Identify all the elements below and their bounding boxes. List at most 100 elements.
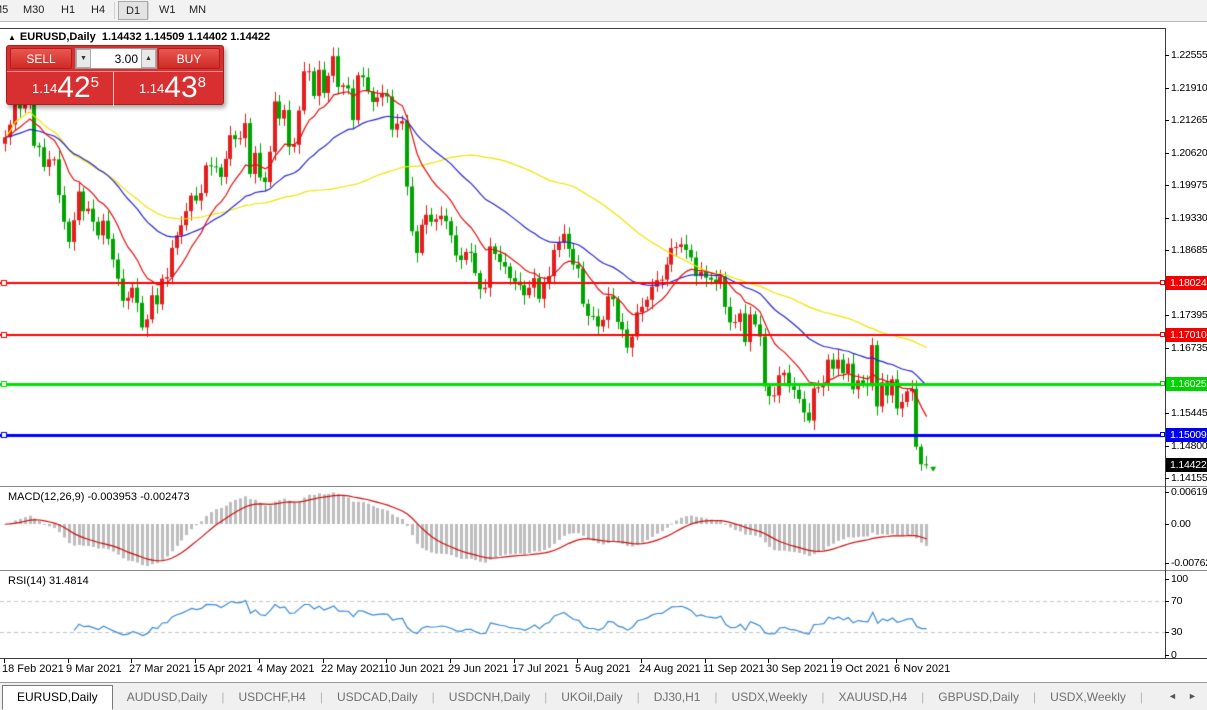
price-line-label: 1.17010 — [1166, 328, 1207, 342]
price-line-label: 1.14422 — [1166, 458, 1207, 472]
sell-price-pip: 5 — [91, 74, 99, 91]
price-tick-label: 1.15445 — [1171, 407, 1207, 419]
price-tick-mark — [1165, 120, 1169, 121]
price-tick-mark — [1165, 185, 1169, 186]
price-tick-mark — [1165, 315, 1169, 316]
date-label: 30 Sep 2021 — [766, 663, 828, 675]
sell-button[interactable]: SELL — [10, 48, 72, 69]
date-label: 27 Mar 2021 — [129, 663, 191, 675]
price-axis-border — [1165, 28, 1166, 659]
macd-tick-mark — [1165, 492, 1169, 493]
price-tick-label: 1.20620 — [1171, 147, 1207, 159]
date-label: 6 Nov 2021 — [894, 663, 950, 675]
macd-tick-mark — [1165, 563, 1169, 564]
timeframe-button-m5[interactable]: M5 — [0, 1, 15, 20]
date-label: 10 Jun 2021 — [384, 663, 445, 675]
timeframe-button-mn[interactable]: MN — [182, 1, 213, 20]
line-handle — [1160, 381, 1165, 386]
rsi-tick-mark — [1165, 632, 1169, 633]
price-tick-label: 1.14155 — [1171, 472, 1207, 484]
date-label: 5 Aug 2021 — [575, 663, 631, 675]
price-line-label: 1.18024 — [1166, 276, 1207, 290]
timeframe-button-m30[interactable]: M30 — [16, 1, 51, 20]
price-line-label: 1.15009 — [1166, 428, 1207, 442]
chart-tab-xauusd-h4[interactable]: XAUUSD,H4 — [824, 686, 921, 708]
price-tick-label: 1.19975 — [1171, 179, 1207, 191]
chart-tab-gbpusd-daily[interactable]: GBPUSD,Daily — [924, 686, 1033, 708]
toolbar-separator — [148, 2, 149, 19]
price-tick-label: 1.21265 — [1171, 114, 1207, 126]
price-tick-mark — [1165, 413, 1169, 414]
chart-tab-usdchf-h4[interactable]: USDCHF,H4 — [225, 686, 320, 708]
rsi-label: RSI(14) 31.4814 — [8, 575, 89, 587]
chart-tab-usdx-weekly[interactable]: USDX,Weekly — [1036, 686, 1140, 708]
macd-tick-mark — [1165, 524, 1169, 525]
one-click-trading-panel: SELL ▼ ▲ BUY 1.14425 1.14438 — [6, 45, 224, 105]
buy-price-pip: 8 — [198, 74, 206, 91]
macd-tick-label: 0.006193 — [1171, 486, 1207, 498]
timeframe-button-h1[interactable]: H1 — [54, 1, 82, 20]
rsi-tick-mark — [1165, 601, 1169, 602]
price-tick-mark — [1165, 250, 1169, 251]
price-tick-mark — [1165, 446, 1169, 447]
price-tick-label: 1.19330 — [1171, 212, 1207, 224]
line-handle — [1160, 280, 1165, 285]
price-tick-mark — [1165, 478, 1169, 479]
trade-panel-controls: SELL ▼ ▲ BUY — [7, 46, 223, 71]
sell-price-big: 42 — [57, 71, 90, 104]
chart-tab-dj30-h1[interactable]: DJ30,H1 — [640, 686, 715, 708]
chart-tab-eurusd-daily[interactable]: EURUSD,Daily — [2, 685, 113, 710]
sell-price[interactable]: 1.14425 — [7, 72, 114, 106]
rsi-tick-label: 70 — [1171, 595, 1182, 607]
macd-label: MACD(12,26,9) -0.003953 -0.002473 — [8, 491, 190, 503]
timeframe-toolbar: M5M30H1H4 D1W1MN — [0, 0, 1207, 22]
date-label: 17 Jul 2021 — [512, 663, 569, 675]
rsi-tick-label: 100 — [1171, 573, 1188, 585]
buy-button[interactable]: BUY — [158, 48, 220, 69]
date-label: 15 Apr 2021 — [193, 663, 252, 675]
buy-price-base: 1.14 — [139, 81, 164, 96]
date-label: 18 Feb 2021 — [2, 663, 64, 675]
rsi-indicator-canvas[interactable] — [0, 571, 1165, 658]
price-tick-mark — [1165, 55, 1169, 56]
rsi-tick-label: 30 — [1171, 626, 1182, 638]
chart-tab-audusd-daily[interactable]: AUDUSD,Daily — [113, 686, 222, 708]
price-tick-mark — [1165, 348, 1169, 349]
sell-price-base: 1.14 — [32, 81, 57, 96]
rsi-tick-mark — [1165, 579, 1169, 580]
timeframe-button-d1[interactable]: D1 — [118, 1, 148, 20]
toolbar-separator — [114, 2, 115, 19]
price-tick-mark — [1165, 153, 1169, 154]
price-tick-label: 1.21910 — [1171, 82, 1207, 94]
tab-scroll-left-icon[interactable]: ◄ — [1168, 691, 1177, 701]
tab-separator: | — [1140, 690, 1143, 704]
tab-scroll-right-icon[interactable]: ► — [1188, 691, 1197, 701]
chart-tab-ukoil-daily[interactable]: UKOil,Daily — [547, 686, 636, 708]
date-label: 9 Mar 2021 — [66, 663, 122, 675]
volume-increase-icon[interactable]: ▲ — [141, 49, 156, 68]
price-tick-label: 1.16735 — [1171, 342, 1207, 354]
timeframe-button-w1[interactable]: W1 — [152, 1, 183, 20]
chart-tab-usdx-weekly[interactable]: USDX,Weekly — [718, 686, 822, 708]
trade-panel-prices: 1.14425 1.14438 — [7, 71, 223, 105]
date-label: 29 Jun 2021 — [448, 663, 509, 675]
buy-price-big: 43 — [164, 71, 197, 104]
price-tick-mark — [1165, 88, 1169, 89]
chart-tab-usdcad-daily[interactable]: USDCAD,Daily — [323, 686, 432, 708]
date-label: 11 Sep 2021 — [703, 663, 765, 675]
volume-input[interactable] — [92, 49, 141, 68]
collapse-arrow-icon[interactable]: ▲ — [8, 33, 16, 42]
buy-price[interactable]: 1.14438 — [115, 72, 222, 106]
symbol-ohlc-header: ▲EURUSD,Daily 1.14432 1.14509 1.14402 1.… — [8, 31, 270, 43]
macd-tick-label: 0.00 — [1171, 518, 1191, 530]
date-label: 22 May 2021 — [321, 663, 385, 675]
timeframe-button-h4[interactable]: H4 — [84, 1, 112, 20]
price-tick-label: 1.17395 — [1171, 309, 1207, 321]
date-label: 24 Aug 2021 — [639, 663, 701, 675]
price-tick-mark — [1165, 218, 1169, 219]
date-label: 4 May 2021 — [257, 663, 314, 675]
chart-tab-usdcnh-daily[interactable]: USDCNH,Daily — [435, 686, 544, 708]
macd-tick-label: -0.007622 — [1171, 557, 1207, 569]
price-tick-label: 1.22555 — [1171, 49, 1207, 61]
volume-decrease-icon[interactable]: ▼ — [76, 49, 91, 68]
